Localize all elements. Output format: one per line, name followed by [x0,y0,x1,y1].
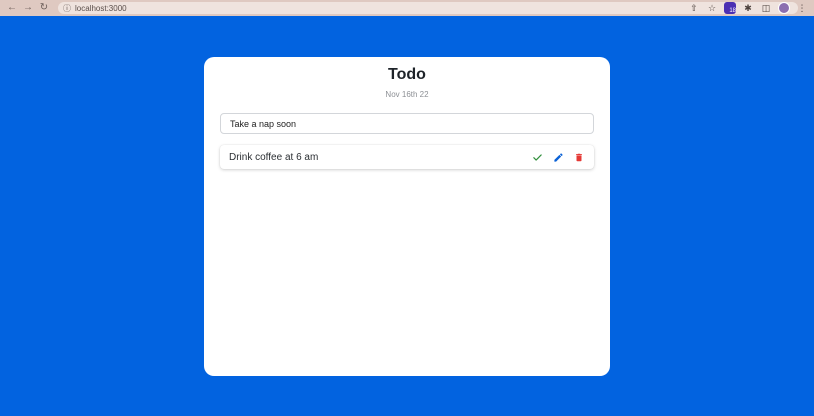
todo-item-text: Drink coffee at 6 am [229,151,319,163]
date-label: Nov 16th 22 [385,90,429,99]
bookmark-star-icon[interactable]: ☆ [706,2,718,14]
puzzle-icon[interactable]: ✱ [742,2,754,14]
extension-icon[interactable]: 18 [724,2,736,14]
todo-card: Todo Nov 16th 22 Drink coffee at 6 am [204,57,610,376]
extension-badge: 18 [729,8,736,14]
share-icon[interactable]: ⇧ [688,2,700,14]
todo-item: Drink coffee at 6 am [220,145,594,169]
todo-input[interactable] [220,113,594,134]
back-arrow-icon[interactable]: ← [6,2,18,14]
check-icon[interactable] [531,151,543,163]
trash-icon[interactable] [573,151,585,163]
side-panel-icon[interactable]: ◫ [760,2,772,14]
browser-toolbar: ← → ↻ ⓘ localhost:3000 ⇧ ☆ 18 ✱ ◫ ⋮ [0,0,814,16]
more-menu-icon[interactable]: ⋮ [796,2,808,14]
info-icon[interactable]: ⓘ [63,3,71,14]
page-title: Todo [388,66,426,83]
reload-icon[interactable]: ↻ [38,2,50,14]
forward-arrow-icon[interactable]: → [22,2,34,14]
profile-avatar[interactable] [778,2,790,14]
address-bar[interactable]: ⓘ localhost:3000 [58,2,798,14]
todo-actions [531,151,585,163]
url-text: localhost:3000 [75,3,127,13]
pencil-icon[interactable] [552,151,564,163]
